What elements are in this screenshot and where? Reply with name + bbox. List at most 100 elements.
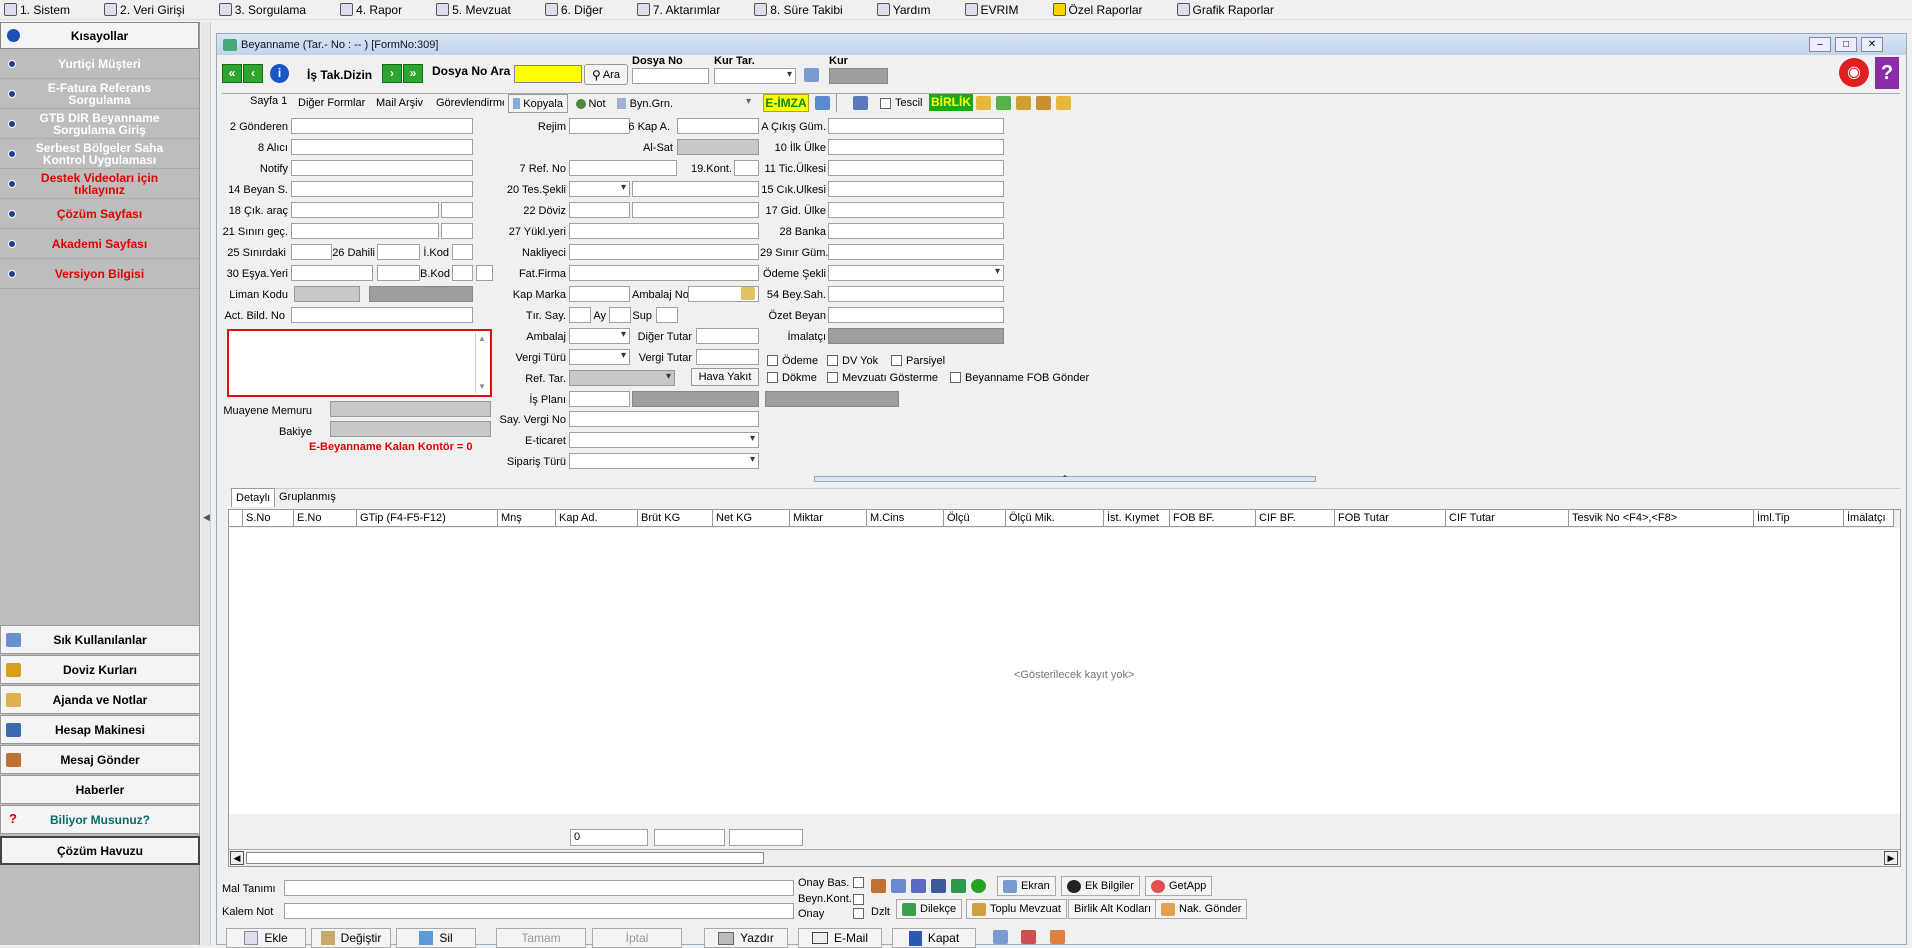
onay-bas-checkbox[interactable] <box>853 877 864 888</box>
mevzuat-gosterme-checkbox[interactable] <box>827 372 838 383</box>
folder-up-icon[interactable] <box>996 96 1011 110</box>
tab-gorevlendirme[interactable]: Görevlendirme <box>436 97 504 109</box>
act-bild-input[interactable] <box>291 307 473 323</box>
fob-gonder-checkbox[interactable] <box>950 372 961 383</box>
tab-gruplanmis[interactable]: Gruplanmış <box>279 491 336 503</box>
say-vergi-no-input[interactable] <box>569 411 759 427</box>
sidebar-mesaj-gonder[interactable]: Mesaj Gönder <box>0 745 200 774</box>
column-header[interactable]: İml.Tip <box>1754 510 1844 527</box>
mal-tanimi-input[interactable] <box>284 880 794 896</box>
shortcuts-header[interactable]: Kısayollar <box>0 22 199 49</box>
maximize-button[interactable]: □ <box>1835 37 1857 52</box>
kap-marka-input[interactable] <box>569 286 630 302</box>
gonderen-input[interactable] <box>291 118 473 134</box>
folder-export-icon[interactable] <box>1016 96 1031 110</box>
beyn-kont-checkbox[interactable] <box>853 894 864 905</box>
siparis-turu-select[interactable] <box>569 453 759 469</box>
column-header[interactable]: Tesvik No <F4>,<F8> <box>1569 510 1754 527</box>
tab-sayfa-1[interactable]: Sayfa 1 <box>250 95 287 107</box>
sidebar-item-cozum[interactable]: Çözüm Sayfası <box>0 199 199 229</box>
ozet-beyan-input[interactable] <box>828 307 1004 323</box>
folder-open-icon[interactable] <box>976 96 991 110</box>
menu-aktarimlar[interactable]: 7. Aktarımlar <box>636 3 720 17</box>
ref-no-input[interactable] <box>569 160 677 176</box>
banka-input[interactable] <box>828 223 1004 239</box>
excel-icon[interactable] <box>951 879 966 893</box>
bkod-extra-input[interactable] <box>476 265 493 281</box>
sinir-gum-input[interactable] <box>828 244 1004 260</box>
scroll-right-icon[interactable]: ▶ <box>1884 851 1898 865</box>
sidebar-item-serbest[interactable]: Serbest Bölgeler Saha Kontrol Uygulaması <box>0 139 199 169</box>
not-button[interactable]: Not <box>572 94 610 113</box>
tes-sekli-desc-input[interactable] <box>632 181 759 197</box>
alici-input[interactable] <box>291 139 473 155</box>
ara-button[interactable]: ⚲ Ara <box>584 64 628 85</box>
kalem-not-input[interactable] <box>284 903 794 919</box>
beyan-input[interactable] <box>291 181 473 197</box>
column-header[interactable]: FOB Tutar <box>1335 510 1446 527</box>
ekle-button[interactable]: Ekle <box>226 928 306 948</box>
esya-yeri-code-input[interactable] <box>377 265 420 281</box>
dahili-input[interactable] <box>377 244 420 260</box>
column-header[interactable]: Ölçü Mik. <box>1006 510 1104 527</box>
menu-sistem[interactable]: 1. Sistem <box>4 3 70 17</box>
sup-input[interactable] <box>656 307 678 323</box>
dosya-no-ara-input[interactable] <box>514 65 582 83</box>
info-icon[interactable]: i <box>270 64 289 83</box>
sidebar-hesap-makinesi[interactable]: Hesap Makinesi <box>0 715 200 744</box>
pdf-icon[interactable] <box>1021 930 1036 944</box>
kap-input[interactable] <box>677 118 759 134</box>
column-header[interactable]: Net KG <box>713 510 790 527</box>
getapp-button[interactable]: GetApp <box>1145 876 1213 896</box>
prev-record-button[interactable]: ‹ <box>243 64 263 83</box>
email-button[interactable]: E-Mail <box>798 928 882 948</box>
menu-rapor[interactable]: 4. Rapor <box>340 3 402 17</box>
sinir-gec-code-input[interactable] <box>441 223 473 239</box>
sidebar-item-versiyon[interactable]: Versiyon Bilgisi <box>0 259 199 289</box>
toplu-mevzuat-button[interactable]: Toplu Mevzuat <box>966 899 1067 919</box>
tamam-button[interactable]: Tamam <box>496 928 586 948</box>
liman-kodu-input[interactable] <box>294 286 360 302</box>
hava-yakit-button[interactable]: Hava Yakıt <box>691 368 759 386</box>
fat-firma-input[interactable] <box>569 265 759 281</box>
iptal-button[interactable]: İptal <box>592 928 682 948</box>
scroll-left-icon[interactable]: ◀ <box>230 851 244 865</box>
yukl-yeri-input[interactable] <box>569 223 759 239</box>
rejim-input[interactable] <box>569 118 630 134</box>
doviz-desc-input[interactable] <box>632 202 759 218</box>
ref-tar-select[interactable] <box>569 370 675 386</box>
sidebar-item-yurtici[interactable]: Yurtiçi Müşteri <box>0 49 199 79</box>
table-icon[interactable] <box>931 879 946 893</box>
notify-input[interactable] <box>291 160 473 176</box>
sidebar-doviz-kurlari[interactable]: Doviz Kurları <box>0 655 200 684</box>
column-header[interactable]: CIF BF. <box>1256 510 1335 527</box>
menu-yardim[interactable]: Yardım <box>876 3 931 17</box>
document-icon[interactable] <box>911 879 926 893</box>
tabs-dropdown-icon[interactable]: ▾ <box>746 96 751 107</box>
ilk-ulke-input[interactable] <box>828 139 1004 155</box>
cik-ulkesi-input[interactable] <box>828 181 1004 197</box>
gid-ulke-input[interactable] <box>828 202 1004 218</box>
export-icon[interactable] <box>1050 930 1065 944</box>
esya-yeri-input[interactable] <box>291 265 373 281</box>
birlik-alt-kodlari-button[interactable]: Birlik Alt Kodları <box>1068 899 1158 919</box>
bey-sah-input[interactable] <box>828 286 1004 302</box>
onay-checkbox[interactable] <box>853 908 864 919</box>
flag-icon[interactable] <box>815 96 830 110</box>
menu-veri-girisi[interactable]: 2. Veri Girişi <box>104 3 185 17</box>
degistir-button[interactable]: Değiştir <box>311 928 391 948</box>
folder-icon[interactable] <box>1056 96 1071 110</box>
e-ticaret-select[interactable] <box>569 432 759 448</box>
menu-ozel-raporlar[interactable]: Özel Raporlar <box>1052 3 1143 17</box>
nak-gonder-button[interactable]: Nak. Gönder <box>1155 899 1248 919</box>
kur-input[interactable] <box>829 68 888 84</box>
ikod-input[interactable] <box>452 244 473 260</box>
sidebar-haberler[interactable]: Haberler <box>0 775 200 804</box>
textarea-scrollbar[interactable]: ▲ ▼ <box>475 333 488 393</box>
byn-grn-button[interactable]: Byn.Grn. <box>613 94 677 113</box>
column-header[interactable]: CIF Tutar <box>1446 510 1569 527</box>
menu-sure-takibi[interactable]: 8. Süre Takibi <box>754 3 843 17</box>
sidebar-biliyor-musunuz[interactable]: ? Biliyor Musunuz? <box>0 805 200 834</box>
users-icon[interactable] <box>871 879 886 893</box>
column-header[interactable]: İst. Kıymet <box>1104 510 1170 527</box>
